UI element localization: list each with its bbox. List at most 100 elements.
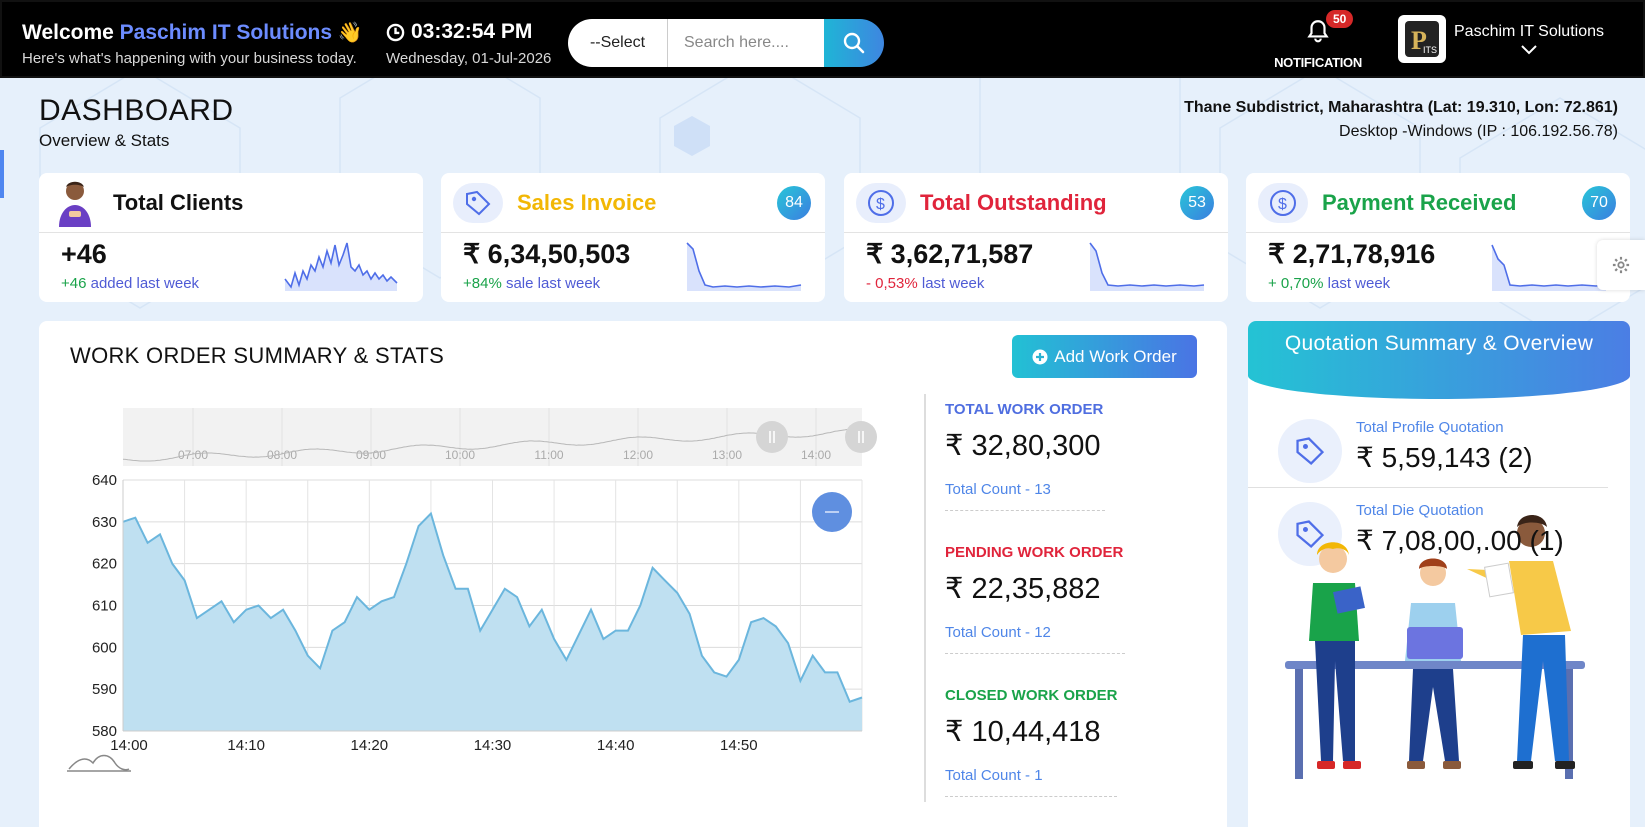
- card-total-clients[interactable]: Total Clients +46 +46 added last week: [39, 173, 423, 302]
- search-input[interactable]: [668, 19, 824, 67]
- top-bar: Welcome Paschim IT Solutions 👋 Here's wh…: [0, 0, 1645, 78]
- card-value: ₹ 3,62,71,587: [866, 239, 1034, 269]
- card-payment-received[interactable]: $ Payment Received 70 ₹ 2,71,78,916 + 0,…: [1246, 173, 1630, 302]
- company-name: Paschim IT Solutions: [119, 21, 333, 44]
- navigator-tick-label: 08:00: [267, 448, 297, 462]
- change-value: - 0,53%: [866, 275, 918, 292]
- navigator-tick-label: 09:00: [356, 448, 386, 462]
- navigator-tick-label: 12:00: [623, 448, 653, 462]
- stat-count: Total Count - 1: [945, 767, 1043, 784]
- notification-button[interactable]: 50 NOTIFICATION: [1268, 10, 1368, 70]
- change-value: + 0,70%: [1268, 275, 1324, 292]
- y-tick-label: 610: [92, 598, 117, 615]
- stat-label: CLOSED WORK ORDER: [945, 687, 1118, 704]
- work-order-title: WORK ORDER SUMMARY & STATS: [70, 343, 445, 368]
- x-tick-label: 14:00: [110, 737, 148, 754]
- x-tick-label: 14:20: [351, 737, 389, 754]
- tag-icon: [453, 182, 503, 223]
- card-badge: 84: [777, 186, 811, 220]
- wave-chart-icon: [68, 754, 130, 771]
- notification-label: NOTIFICATION: [1274, 55, 1362, 70]
- clock: 03:32:54 PM: [386, 20, 532, 44]
- y-tick-label: 640: [92, 472, 117, 489]
- card-value: ₹ 6,34,50,503: [463, 239, 631, 269]
- card-title: Total Clients: [113, 189, 244, 215]
- x-tick-label: 14:30: [474, 737, 512, 754]
- navigator-right-handle[interactable]: [845, 421, 877, 453]
- sidebar-toggle-edge[interactable]: [0, 150, 4, 198]
- current-date: Wednesday, 01-Jul-2026: [386, 50, 552, 67]
- chevron-down-icon: [1521, 45, 1537, 55]
- page-title: DASHBOARD: [39, 94, 234, 127]
- card-value: +46: [61, 239, 107, 269]
- search-button[interactable]: [824, 19, 884, 67]
- stat-pending-work-order: PENDING WORK ORDER ₹ 22,35,882 Total Cou…: [945, 544, 1125, 654]
- stat-amount: ₹ 32,80,300: [945, 430, 1101, 462]
- clients-sparkline: [284, 242, 398, 291]
- x-tick-label: 14:40: [597, 737, 635, 754]
- search-bar: --Select: [568, 19, 884, 67]
- panel-divider: [924, 394, 926, 802]
- payment-sparkline: [1491, 244, 1607, 291]
- add-work-order-label: Add Work Order: [1054, 346, 1177, 366]
- svg-text:ITS: ITS: [1423, 45, 1437, 55]
- profile-name: Paschim IT Solutions: [1454, 23, 1604, 40]
- navigator-tick-label: 11:00: [534, 448, 563, 462]
- navigator-tick-label: 14:00: [801, 448, 831, 462]
- welcome-subtitle: Here's what's happening with your busine…: [22, 50, 357, 67]
- quotation-amount: ₹ 5,59,143 (2): [1356, 442, 1533, 473]
- dollar-icon: $: [856, 182, 906, 223]
- stat-total-work-order: TOTAL WORK ORDER ₹ 32,80,300 Total Count…: [945, 401, 1105, 511]
- profile-menu[interactable]: P ITS Paschim IT Solutions: [1398, 15, 1604, 63]
- quotation-panel: Quotation Summary & Overview Total Profi…: [1248, 321, 1630, 827]
- change-value: +46: [61, 275, 87, 292]
- card-change: + 0,70% last week: [1268, 275, 1390, 292]
- card-sales-invoice[interactable]: Sales Invoice 84 ₹ 6,34,50,503 +84% sale…: [441, 173, 825, 302]
- change-text: sale last week: [505, 275, 601, 292]
- current-time: 03:32:54 PM: [411, 20, 533, 43]
- wave-icon: 👋: [337, 22, 363, 44]
- card-title: Total Outstanding: [920, 189, 1107, 215]
- clock-icon: [386, 23, 405, 41]
- client-avatar-icon: [59, 181, 91, 227]
- change-text: last week: [921, 275, 985, 292]
- navigator-left-handle[interactable]: [756, 421, 788, 453]
- search-category-select[interactable]: --Select: [568, 19, 668, 67]
- card-badge: 53: [1180, 186, 1214, 220]
- company-logo: P ITS: [1398, 15, 1446, 63]
- divider: [1248, 487, 1608, 488]
- work-order-panel: WORK ORDER SUMMARY & STATS Add Work Orde…: [39, 321, 1227, 827]
- card-total-outstanding[interactable]: $ Total Outstanding 53 ₹ 3,62,71,587 - 0…: [844, 173, 1228, 302]
- stat-label: TOTAL WORK ORDER: [945, 401, 1104, 418]
- page-subtitle: Overview & Stats: [39, 131, 170, 150]
- change-text: added last week: [90, 275, 200, 292]
- welcome-heading: Welcome Paschim IT Solutions 👋: [22, 20, 363, 45]
- add-work-order-button[interactable]: Add Work Order: [1012, 335, 1197, 378]
- notification-count-badge: 50: [1326, 10, 1354, 28]
- sales-sparkline: [686, 242, 802, 291]
- x-tick-label: 14:50: [720, 737, 758, 754]
- navigator-tick-label: 13:00: [712, 448, 742, 462]
- gear-icon: [1612, 256, 1630, 274]
- location-info: Thane Subdistrict, Maharashtra (Lat: 19.…: [1184, 99, 1618, 116]
- stat-label: PENDING WORK ORDER: [945, 544, 1124, 561]
- tag-icon: [1278, 419, 1342, 483]
- card-change: - 0,53% last week: [866, 275, 984, 292]
- card-change: +46 added last week: [61, 275, 199, 292]
- card-title: Payment Received: [1322, 189, 1517, 215]
- svg-text:$: $: [876, 196, 885, 213]
- stat-closed-work-order: CLOSED WORK ORDER ₹ 10,44,418 Total Coun…: [945, 687, 1118, 797]
- navigator-background: [123, 408, 862, 466]
- stat-count: Total Count - 13: [945, 481, 1051, 498]
- quotation-amount: ₹ 7,08,00,.00 (1): [1356, 525, 1564, 556]
- y-tick-label: 590: [92, 681, 117, 698]
- settings-button[interactable]: [1597, 240, 1645, 290]
- stat-amount: ₹ 10,44,418: [945, 716, 1101, 748]
- card-change: +84% sale last week: [463, 275, 600, 292]
- work-order-chart: 07:00 08:00 09:00 10:00 11:00 12:00 13:00 14:00…: [67, 408, 877, 772]
- x-tick-label: 14:10: [227, 737, 265, 754]
- stat-amount: ₹ 22,35,882: [945, 573, 1101, 605]
- card-badge: 70: [1582, 186, 1616, 220]
- y-tick-label: 600: [92, 639, 117, 656]
- quotation-label: Total Profile Quotation: [1356, 419, 1504, 436]
